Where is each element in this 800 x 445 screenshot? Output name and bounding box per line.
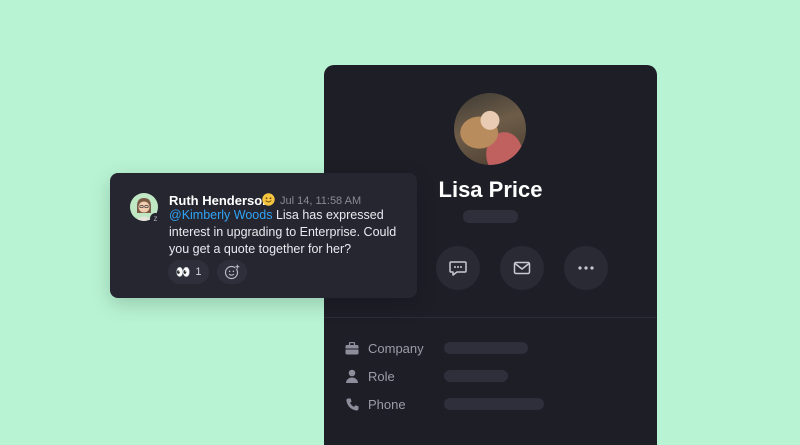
field-company: Company: [344, 338, 424, 358]
smile-emoji-icon: [262, 193, 275, 206]
add-emoji-icon: [224, 264, 240, 280]
person-icon: [344, 368, 360, 384]
mention-link[interactable]: @Kimberly Woods: [169, 208, 272, 222]
field-role: Role: [344, 366, 395, 386]
mail-icon: [513, 261, 531, 275]
add-reaction-button[interactable]: [217, 260, 247, 284]
field-label-company: Company: [368, 340, 424, 356]
field-label-phone: Phone: [368, 396, 406, 412]
more-button[interactable]: [564, 246, 608, 290]
contact-avatar: [454, 93, 526, 165]
comment-message: @Kimberly Woods Lisa has expressed inter…: [169, 207, 409, 258]
phone-value-placeholder: [444, 398, 544, 410]
comment-author: Ruth Henderson: [169, 193, 271, 208]
phone-icon: [344, 396, 360, 412]
reaction-pill[interactable]: 👀 1: [168, 260, 209, 284]
divider: [324, 317, 657, 318]
role-value-placeholder: [444, 370, 508, 382]
briefcase-icon: [344, 340, 360, 356]
email-button[interactable]: [500, 246, 544, 290]
chat-icon: [449, 261, 467, 276]
away-status-badge: z: [150, 213, 161, 224]
company-value-placeholder: [444, 342, 528, 354]
comment-card: z Ruth Henderson Jul 14, 11:58 AM @Kimbe…: [110, 173, 417, 298]
eyes-emoji-icon: 👀: [175, 265, 191, 279]
more-icon: [578, 266, 594, 270]
field-phone: Phone: [344, 394, 406, 414]
reaction-count: 1: [195, 266, 202, 278]
field-label-role: Role: [368, 368, 395, 384]
contact-subtitle-placeholder: [463, 210, 518, 223]
comment-timestamp: Jul 14, 11:58 AM: [280, 195, 362, 207]
message-button[interactable]: [436, 246, 480, 290]
